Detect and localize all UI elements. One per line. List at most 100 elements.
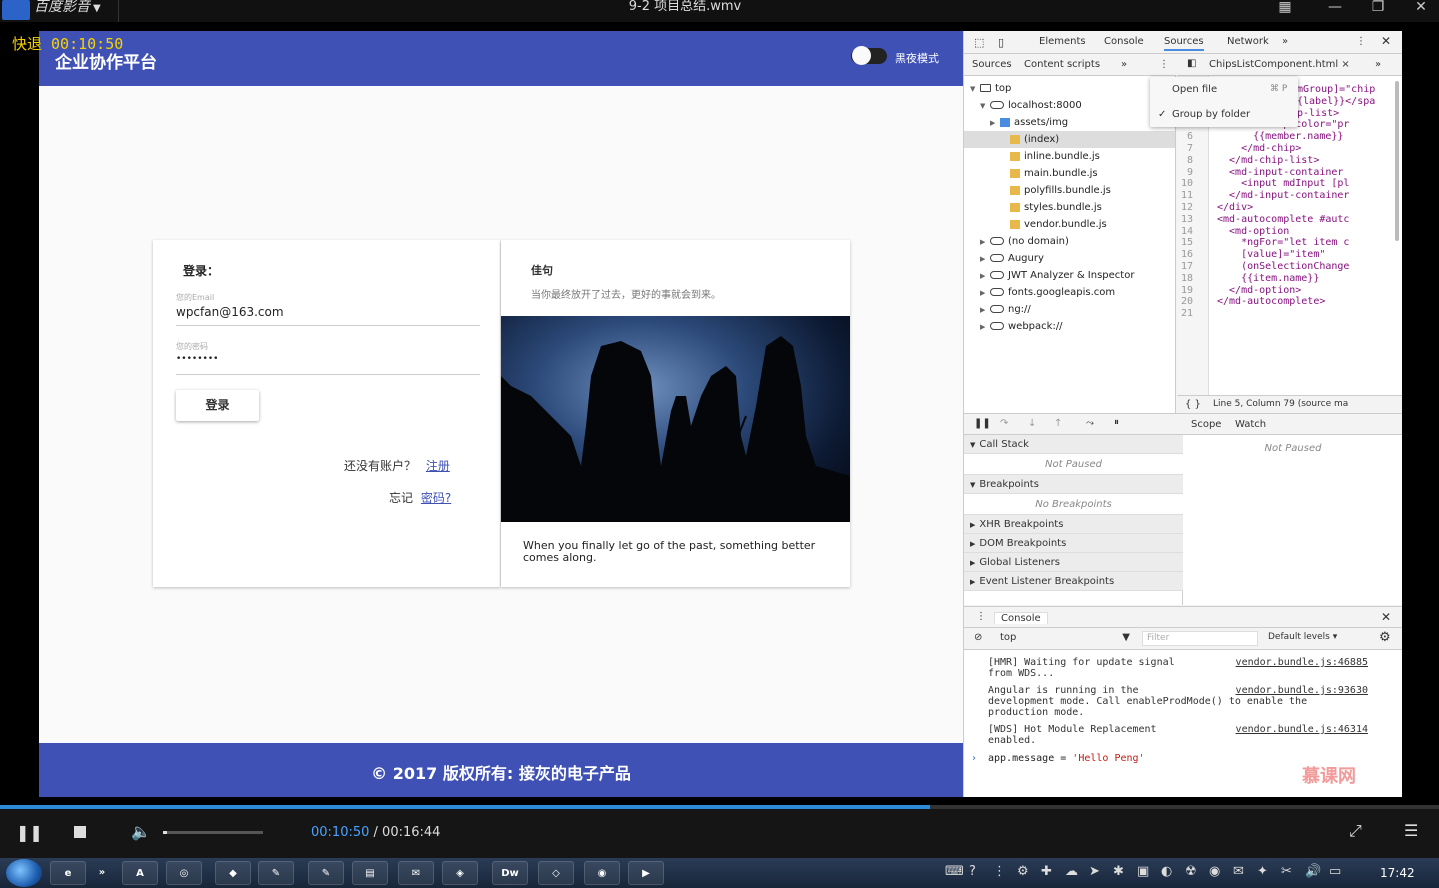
grid-icon[interactable]: ▦ xyxy=(1270,0,1300,14)
drawer-menu-icon[interactable]: ⋮ xyxy=(976,611,986,622)
step-out-icon[interactable]: ↑ xyxy=(1054,418,1062,429)
taskbar-item[interactable]: e xyxy=(50,861,86,885)
debug-section-event-listener-breakpoints[interactable]: ▶ Event Listener Breakpoints xyxy=(964,572,1183,591)
stop-button[interactable] xyxy=(74,826,86,838)
tree-item[interactable]: ▶ ng:// xyxy=(964,301,1175,318)
register-link[interactable]: 注册 xyxy=(426,459,450,473)
close-tab-icon[interactable]: × xyxy=(1341,59,1349,70)
tray-icon[interactable]: ⌨ xyxy=(945,865,964,878)
console-input[interactable]: app.message = 'Hello Peng' xyxy=(988,753,1145,764)
tree-item[interactable]: vendor.bundle.js xyxy=(964,216,1175,233)
tree-item[interactable]: ▼ localhost:8000 xyxy=(964,97,1175,114)
tray-icon[interactable]: ✂ xyxy=(1281,865,1292,878)
taskbar-item[interactable]: ▤ xyxy=(352,861,388,885)
deactivate-breakpoints-icon[interactable]: ⤳ xyxy=(1086,418,1094,429)
tab-elements[interactable]: Elements xyxy=(1039,36,1086,47)
console-source-link[interactable]: vendor.bundle.js:46314 xyxy=(1236,724,1368,735)
tree-item[interactable]: ▶ fonts.googleapis.com xyxy=(964,284,1175,301)
tree-arrow-icon[interactable]: ▶ xyxy=(980,234,990,251)
pause-on-exceptions-icon[interactable]: ⏸ xyxy=(1114,417,1119,428)
forgot-password-link[interactable]: 密码? xyxy=(421,491,451,505)
debug-section-breakpoints[interactable]: ▼ Breakpoints xyxy=(964,475,1183,494)
tree-item[interactable]: ▶ assets/img xyxy=(964,114,1175,131)
tray-icon[interactable]: 🔊 xyxy=(1305,865,1321,878)
tree-item[interactable]: ▶ JWT Analyzer & Inspector xyxy=(964,267,1175,284)
taskbar-item[interactable]: ✉ xyxy=(398,861,434,885)
menu-group-by-folder[interactable]: Group by folder xyxy=(1172,109,1250,120)
editor-scrollbar[interactable] xyxy=(1395,81,1399,241)
tray-icon[interactable]: ✚ xyxy=(1041,865,1052,878)
close-drawer-icon[interactable]: ✕ xyxy=(1381,610,1391,624)
taskbar-item[interactable]: ◎ xyxy=(166,861,202,885)
pause-icon[interactable]: ❚❚ xyxy=(974,418,991,429)
debug-section-global-listeners[interactable]: ▶ Global Listeners xyxy=(964,553,1183,572)
minimize-button[interactable]: — xyxy=(1320,0,1350,14)
tray-icon[interactable]: ▭ xyxy=(1329,865,1341,878)
tree-item[interactable]: ▼ top xyxy=(964,80,1175,97)
toggle-knob[interactable] xyxy=(852,46,871,65)
close-button[interactable]: ✕ xyxy=(1406,0,1436,14)
tray-icon[interactable]: ⋮ xyxy=(993,865,1006,878)
start-button[interactable] xyxy=(6,859,42,887)
tree-arrow-icon[interactable]: ▶ xyxy=(990,115,1000,132)
tray-icon[interactable]: ◉ xyxy=(1209,865,1220,878)
taskbar-item[interactable]: ◈ xyxy=(442,861,478,885)
tray-icon[interactable]: ➤ xyxy=(1089,865,1100,878)
player-app-menu[interactable]: 百度影音 ▼ xyxy=(34,0,101,16)
taskbar-item[interactable]: ✎ xyxy=(258,861,294,885)
tree-arrow-icon[interactable]: ▶ xyxy=(980,319,990,336)
inspect-icon[interactable]: ⬚ xyxy=(974,36,984,49)
volume-icon[interactable]: 🔈 xyxy=(131,824,151,840)
tree-arrow-icon[interactable]: ▶ xyxy=(980,302,990,319)
debug-section-call-stack[interactable]: ▼ Call Stack xyxy=(964,435,1183,454)
toggle-navigator-icon[interactable]: ◧ xyxy=(1187,58,1196,69)
tray-icon[interactable]: ✱ xyxy=(1113,865,1124,878)
debug-section-xhr-breakpoints[interactable]: ▶ XHR Breakpoints xyxy=(964,515,1183,534)
taskbar-item[interactable]: ✎ xyxy=(308,861,344,885)
menu-open-file[interactable]: Open file xyxy=(1172,84,1217,95)
taskbar-item[interactable]: A xyxy=(122,861,158,885)
log-levels-dropdown[interactable]: Default levels ▾ xyxy=(1268,632,1337,642)
tree-item[interactable]: polyfills.bundle.js xyxy=(964,182,1175,199)
tab-watch[interactable]: Watch xyxy=(1235,419,1266,430)
tree-item[interactable]: inline.bundle.js xyxy=(964,148,1175,165)
nav-tab-sources[interactable]: Sources xyxy=(972,59,1012,70)
taskbar-item[interactable]: ◇ xyxy=(538,861,574,885)
password-field[interactable]: •••••••• xyxy=(176,354,218,364)
tree-arrow-icon[interactable]: ▼ xyxy=(980,98,990,115)
tree-item[interactable]: styles.bundle.js xyxy=(964,199,1175,216)
console-source-link[interactable]: vendor.bundle.js:46885 xyxy=(1236,657,1368,668)
debug-section-dom-breakpoints[interactable]: ▶ DOM Breakpoints xyxy=(964,534,1183,553)
tray-icon[interactable]: ▣ xyxy=(1137,865,1149,878)
tree-arrow-icon[interactable]: ▶ xyxy=(980,268,990,285)
restore-button[interactable]: ❐ xyxy=(1363,0,1393,14)
file-tab-chips-list[interactable]: ChipsListComponent.html × xyxy=(1209,59,1350,70)
tray-icon[interactable]: ✦ xyxy=(1257,865,1268,878)
more-tabs-icon[interactable]: » xyxy=(1375,59,1381,70)
fullscreen-icon[interactable]: ⤢ xyxy=(1349,823,1362,839)
email-field[interactable]: wpcfan@163.com xyxy=(176,305,284,319)
taskbar-item[interactable]: ◆ xyxy=(215,861,251,885)
login-button[interactable]: 登录 xyxy=(176,390,259,421)
taskbar-item[interactable]: Dw xyxy=(492,861,528,885)
tray-icon[interactable]: ☢ xyxy=(1185,865,1197,878)
tab-sources[interactable]: Sources xyxy=(1164,36,1204,51)
tree-arrow-icon[interactable]: ▶ xyxy=(980,285,990,302)
console-context-select[interactable]: top ▼ xyxy=(1000,632,1130,643)
tree-item[interactable]: ▶ webpack:// xyxy=(964,318,1175,335)
console-source-link[interactable]: vendor.bundle.js:93630 xyxy=(1236,685,1368,696)
taskbar-item[interactable]: ▶ xyxy=(628,861,664,885)
tray-icon[interactable]: ✉ xyxy=(1233,865,1244,878)
tree-item[interactable]: main.bundle.js xyxy=(964,165,1175,182)
tree-item[interactable]: (index) xyxy=(964,131,1175,148)
kebab-menu-icon[interactable]: ⋮ xyxy=(1356,36,1366,47)
nav-tab-more[interactable]: » xyxy=(1121,59,1127,70)
clear-console-icon[interactable]: ⊘ xyxy=(974,632,982,643)
playlist-icon[interactable]: ☰ xyxy=(1404,823,1418,839)
tray-icon[interactable]: ⚙ xyxy=(1017,865,1029,878)
device-toolbar-icon[interactable]: ▯ xyxy=(998,36,1004,49)
close-devtools-icon[interactable]: ✕ xyxy=(1381,34,1391,48)
nav-tab-contentscripts[interactable]: Content scripts xyxy=(1024,59,1100,70)
pretty-print-icon[interactable]: { } xyxy=(1185,399,1201,410)
volume-slider[interactable] xyxy=(163,831,263,834)
